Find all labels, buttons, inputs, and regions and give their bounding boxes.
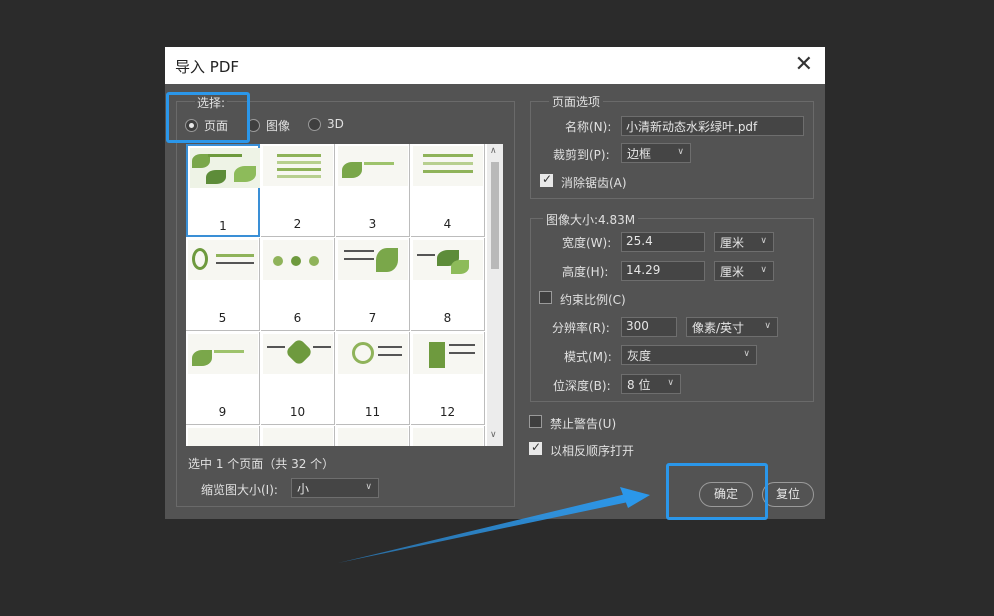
- arrow-shaft: [338, 493, 633, 563]
- annotation-arrow: [338, 487, 650, 563]
- arrow-head: [620, 487, 650, 508]
